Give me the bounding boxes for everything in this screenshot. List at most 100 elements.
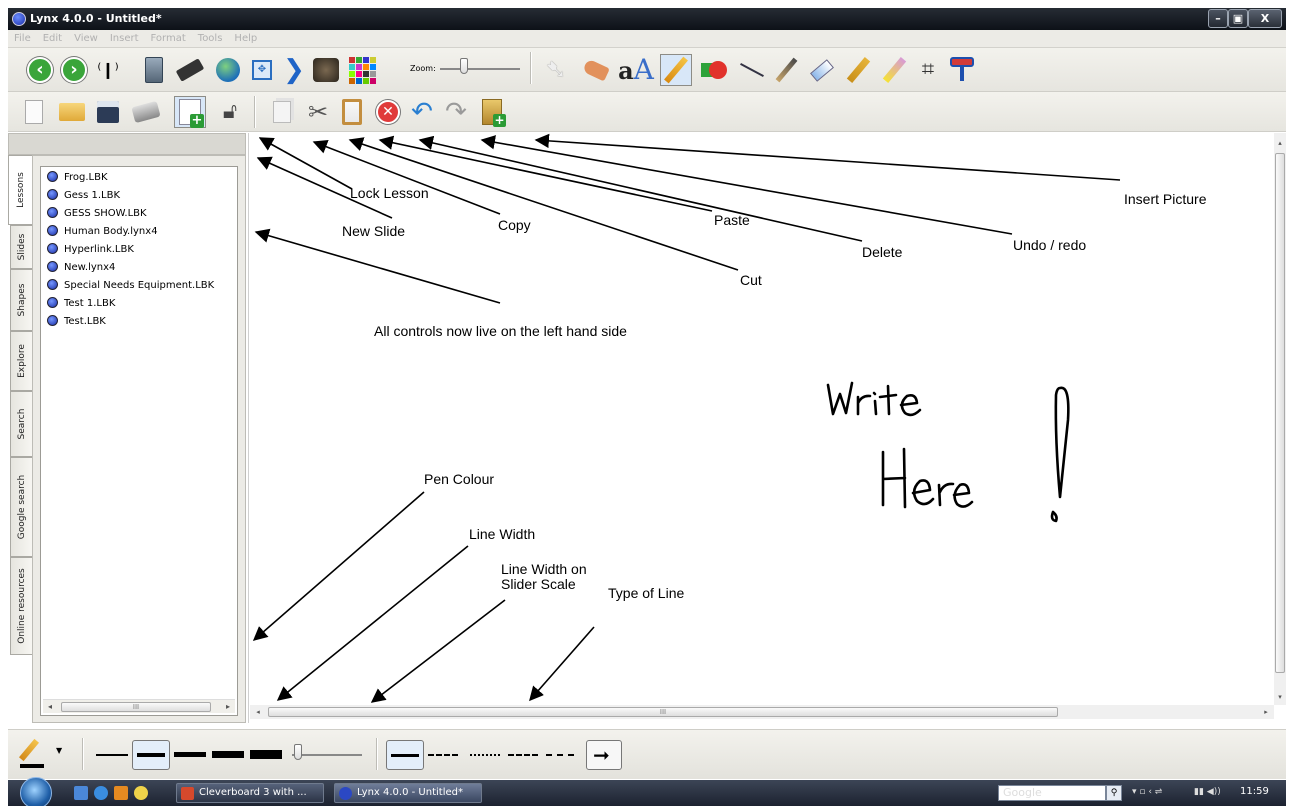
canvas-vertical-scrollbar[interactable]: ▴ ▾ <box>1274 133 1286 705</box>
list-item[interactable]: Test.LBK <box>47 315 106 329</box>
scroll-right-icon[interactable]: ▸ <box>221 700 235 714</box>
scroll-up-icon[interactable]: ▴ <box>1274 137 1286 149</box>
line-width-3[interactable] <box>174 752 206 757</box>
camera-button[interactable] <box>312 56 340 84</box>
menu-file[interactable]: File <box>8 30 37 44</box>
crop-tool-button[interactable]: ⌗ <box>914 56 942 84</box>
minimize-button[interactable]: – <box>1208 9 1228 28</box>
list-item[interactable]: Frog.LBK <box>47 171 108 185</box>
menu-edit[interactable]: Edit <box>37 30 68 44</box>
list-item[interactable]: Hyperlink.LBK <box>47 243 134 257</box>
pen-colour-button[interactable] <box>18 738 48 770</box>
forward-button[interactable]: › <box>60 56 88 84</box>
line-width-5[interactable] <box>250 750 282 759</box>
menu-view[interactable]: View <box>68 30 104 44</box>
shapes-tool-button[interactable] <box>700 56 728 84</box>
maximize-button[interactable]: ▣ <box>1228 9 1248 28</box>
cut-button[interactable]: ✂︎ <box>304 98 332 126</box>
new-file-button[interactable] <box>20 98 48 126</box>
line-type-dashed[interactable] <box>428 754 458 756</box>
calculator-button[interactable] <box>140 56 168 84</box>
zoom-slider-track[interactable] <box>440 68 520 70</box>
scroll-left-icon[interactable]: ◂ <box>43 700 57 714</box>
line-width-1[interactable] <box>96 754 128 756</box>
internet-explorer-icon[interactable] <box>94 786 108 800</box>
yellow-highlighter-button[interactable] <box>880 56 908 84</box>
lock-lesson-button[interactable]: 🔓︎ <box>216 98 244 126</box>
arrow-end-button[interactable]: ➞ <box>586 740 622 770</box>
paint-roller-button[interactable] <box>948 56 976 84</box>
menu-tools[interactable]: Tools <box>192 30 229 44</box>
line-width-slider-thumb[interactable] <box>294 744 302 760</box>
tab-explore[interactable]: Explore <box>10 331 32 391</box>
copy-button[interactable] <box>268 98 296 126</box>
scroll-thumb[interactable]: III <box>61 702 211 712</box>
line-tool-button[interactable] <box>738 56 766 84</box>
scroll-left-icon[interactable]: ◂ <box>252 705 264 719</box>
taskbar-item-cleverboard[interactable]: Cleverboard 3 with ... <box>176 783 324 803</box>
redo-button[interactable]: ↷ <box>442 98 470 126</box>
list-item[interactable]: Gess 1.LBK <box>47 189 120 203</box>
scroll-thumb[interactable]: III <box>268 707 1058 717</box>
menu-help[interactable]: Help <box>228 30 263 44</box>
color-grid-button[interactable] <box>348 56 376 84</box>
media-player-icon[interactable] <box>114 786 128 800</box>
globe-button[interactable] <box>214 56 242 84</box>
save-button[interactable] <box>94 98 122 126</box>
tray-arrows-icon[interactable]: ▾ ▫ ‹ ⇌ <box>1132 787 1162 797</box>
line-width-4[interactable] <box>212 751 244 758</box>
delete-button[interactable]: ✕ <box>374 98 402 126</box>
search-icon[interactable]: ⚲ <box>1106 785 1122 801</box>
tab-google-search[interactable]: Google search <box>10 457 32 557</box>
microphone-button[interactable]: ⁽❙⁾ <box>94 56 122 84</box>
fit-screen-button[interactable]: ✥ <box>248 56 276 84</box>
list-item[interactable]: Test 1.LBK <box>47 297 115 311</box>
pen-tool-button[interactable] <box>660 54 692 86</box>
list-item[interactable]: New.lynx4 <box>47 261 115 275</box>
taskbar-item-lynx[interactable]: Lynx 4.0.0 - Untitled* <box>334 783 482 803</box>
chevron-down-icon[interactable]: ▼ <box>56 746 62 755</box>
folder-icon[interactable] <box>134 786 148 800</box>
tab-lessons[interactable]: Lessons <box>8 155 32 225</box>
tray-network-volume-icon[interactable]: ▮▮ ◀)) <box>1194 787 1221 797</box>
tab-slides[interactable]: Slides <box>10 225 32 269</box>
tab-search[interactable]: Search <box>10 391 32 457</box>
tab-shapes[interactable]: Shapes <box>10 269 32 331</box>
show-desktop-icon[interactable] <box>74 786 88 800</box>
line-type-dash-dot[interactable] <box>508 754 538 756</box>
highlighter-tool-button[interactable] <box>844 56 872 84</box>
list-item[interactable]: GESS SHOW.LBK <box>47 207 147 221</box>
scroll-down-icon[interactable]: ▾ <box>1274 691 1286 703</box>
back-button[interactable]: ‹ <box>26 56 54 84</box>
line-type-dotted[interactable] <box>470 754 500 756</box>
line-width-slider-track[interactable] <box>292 754 362 756</box>
brush-tool-button[interactable] <box>772 56 800 84</box>
zoom-slider-thumb[interactable] <box>460 58 468 74</box>
google-search-box[interactable]: Google <box>998 785 1106 801</box>
list-item[interactable]: Human Body.lynx4 <box>47 225 158 239</box>
list-item[interactable]: Special Needs Equipment.LBK <box>47 279 214 293</box>
scroll-right-icon[interactable]: ▸ <box>1260 705 1272 719</box>
list-horizontal-scrollbar[interactable]: ◂ III ▸ <box>43 699 235 713</box>
menu-format[interactable]: Format <box>145 30 192 44</box>
print-button[interactable] <box>131 98 161 126</box>
insert-picture-button[interactable]: + <box>478 98 506 127</box>
tab-online-resources[interactable]: Online resources <box>10 557 32 655</box>
start-button[interactable] <box>20 777 52 806</box>
next-slide-button[interactable]: ❯ <box>280 56 308 84</box>
open-button[interactable] <box>58 98 86 126</box>
eraser-tool-button[interactable] <box>808 56 836 84</box>
new-slide-button[interactable]: + <box>174 96 206 128</box>
line-width-2-selected[interactable] <box>132 740 170 770</box>
keyboard-button[interactable] <box>175 56 205 84</box>
canvas-horizontal-scrollbar[interactable]: ◂ III ▸ <box>250 705 1274 719</box>
menu-insert[interactable]: Insert <box>104 30 145 44</box>
text-tool-button[interactable]: aA <box>618 55 654 84</box>
line-type-solid-selected[interactable] <box>386 740 424 770</box>
pointer-tool-button[interactable]: ➷ <box>542 56 570 84</box>
close-button[interactable]: X <box>1248 9 1282 28</box>
paste-button[interactable] <box>338 98 366 126</box>
scroll-thumb[interactable] <box>1275 153 1285 673</box>
hand-tool-button[interactable] <box>582 56 610 84</box>
line-type-long-dash[interactable] <box>546 754 574 756</box>
